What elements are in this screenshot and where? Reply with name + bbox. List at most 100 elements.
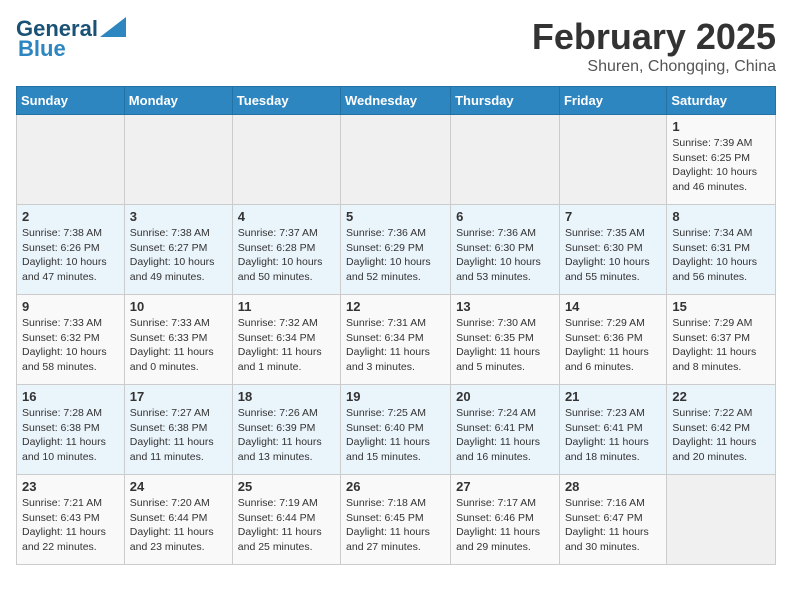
logo: General Blue [16, 16, 126, 62]
weekday-sunday: Sunday [17, 87, 125, 115]
day-info: Sunrise: 7:17 AM Sunset: 6:46 PM Dayligh… [456, 496, 554, 555]
day-cell: 21 Sunrise: 7:23 AM Sunset: 6:41 PM Dayli… [559, 385, 666, 475]
day-info: Sunrise: 7:35 AM Sunset: 6:30 PM Dayligh… [565, 226, 661, 285]
weekday-monday: Monday [124, 87, 232, 115]
day-number: 19 [346, 389, 445, 404]
day-number: 5 [346, 209, 445, 224]
day-info: Sunrise: 7:29 AM Sunset: 6:36 PM Dayligh… [565, 316, 661, 375]
day-info: Sunrise: 7:33 AM Sunset: 6:33 PM Dayligh… [130, 316, 227, 375]
day-number: 2 [22, 209, 119, 224]
weekday-row: SundayMondayTuesdayWednesdayThursdayFrid… [17, 87, 776, 115]
day-number: 9 [22, 299, 119, 314]
day-number: 12 [346, 299, 445, 314]
weekday-wednesday: Wednesday [341, 87, 451, 115]
weekday-saturday: Saturday [667, 87, 776, 115]
weekday-tuesday: Tuesday [232, 87, 340, 115]
day-info: Sunrise: 7:39 AM Sunset: 6:25 PM Dayligh… [672, 136, 770, 195]
day-info: Sunrise: 7:24 AM Sunset: 6:41 PM Dayligh… [456, 406, 554, 465]
day-info: Sunrise: 7:38 AM Sunset: 6:26 PM Dayligh… [22, 226, 119, 285]
day-cell [451, 115, 560, 205]
day-cell: 20 Sunrise: 7:24 AM Sunset: 6:41 PM Dayli… [451, 385, 560, 475]
day-number: 28 [565, 479, 661, 494]
day-number: 22 [672, 389, 770, 404]
week-row-3: 9 Sunrise: 7:33 AM Sunset: 6:32 PM Daylig… [17, 295, 776, 385]
day-cell: 18 Sunrise: 7:26 AM Sunset: 6:39 PM Dayli… [232, 385, 340, 475]
day-info: Sunrise: 7:28 AM Sunset: 6:38 PM Dayligh… [22, 406, 119, 465]
day-cell [341, 115, 451, 205]
day-number: 7 [565, 209, 661, 224]
day-cell: 15 Sunrise: 7:29 AM Sunset: 6:37 PM Dayli… [667, 295, 776, 385]
day-cell: 3Sunrise: 7:38 AM Sunset: 6:27 PM Daylig… [124, 205, 232, 295]
week-row-5: 23Sunrise: 7:21 AM Sunset: 6:43 PM Dayli… [17, 475, 776, 565]
logo-icon [100, 17, 126, 37]
weekday-friday: Friday [559, 87, 666, 115]
day-info: Sunrise: 7:36 AM Sunset: 6:30 PM Dayligh… [456, 226, 554, 285]
day-info: Sunrise: 7:34 AM Sunset: 6:31 PM Dayligh… [672, 226, 770, 285]
day-info: Sunrise: 7:32 AM Sunset: 6:34 PM Dayligh… [238, 316, 335, 375]
day-cell: 13 Sunrise: 7:30 AM Sunset: 6:35 PM Dayli… [451, 295, 560, 385]
day-info: Sunrise: 7:25 AM Sunset: 6:40 PM Dayligh… [346, 406, 445, 465]
day-number: 18 [238, 389, 335, 404]
day-cell [124, 115, 232, 205]
day-info: Sunrise: 7:19 AM Sunset: 6:44 PM Dayligh… [238, 496, 335, 555]
day-cell: 6 Sunrise: 7:36 AM Sunset: 6:30 PM Daylig… [451, 205, 560, 295]
day-cell: 27 Sunrise: 7:17 AM Sunset: 6:46 PM Dayli… [451, 475, 560, 565]
day-number: 25 [238, 479, 335, 494]
day-number: 14 [565, 299, 661, 314]
calendar-body: 1Sunrise: 7:39 AM Sunset: 6:25 PM Daylig… [17, 115, 776, 565]
day-cell [17, 115, 125, 205]
day-cell: 25 Sunrise: 7:19 AM Sunset: 6:44 PM Dayli… [232, 475, 340, 565]
day-info: Sunrise: 7:23 AM Sunset: 6:41 PM Dayligh… [565, 406, 661, 465]
day-cell: 1Sunrise: 7:39 AM Sunset: 6:25 PM Daylig… [667, 115, 776, 205]
logo-blue: Blue [18, 36, 66, 62]
day-number: 4 [238, 209, 335, 224]
day-cell: 10 Sunrise: 7:33 AM Sunset: 6:33 PM Dayli… [124, 295, 232, 385]
day-info: Sunrise: 7:29 AM Sunset: 6:37 PM Dayligh… [672, 316, 770, 375]
day-cell: 22Sunrise: 7:22 AM Sunset: 6:42 PM Dayli… [667, 385, 776, 475]
day-info: Sunrise: 7:18 AM Sunset: 6:45 PM Dayligh… [346, 496, 445, 555]
day-number: 13 [456, 299, 554, 314]
day-cell: 19 Sunrise: 7:25 AM Sunset: 6:40 PM Dayli… [341, 385, 451, 475]
day-cell: 23Sunrise: 7:21 AM Sunset: 6:43 PM Dayli… [17, 475, 125, 565]
day-number: 11 [238, 299, 335, 314]
day-cell: 2 Sunrise: 7:38 AM Sunset: 6:26 PM Daylig… [17, 205, 125, 295]
day-number: 27 [456, 479, 554, 494]
day-info: Sunrise: 7:27 AM Sunset: 6:38 PM Dayligh… [130, 406, 227, 465]
day-number: 15 [672, 299, 770, 314]
day-info: Sunrise: 7:30 AM Sunset: 6:35 PM Dayligh… [456, 316, 554, 375]
day-info: Sunrise: 7:33 AM Sunset: 6:32 PM Dayligh… [22, 316, 119, 375]
day-info: Sunrise: 7:37 AM Sunset: 6:28 PM Dayligh… [238, 226, 335, 285]
day-number: 16 [22, 389, 119, 404]
calendar-header: SundayMondayTuesdayWednesdayThursdayFrid… [17, 87, 776, 115]
day-cell: 11 Sunrise: 7:32 AM Sunset: 6:34 PM Dayli… [232, 295, 340, 385]
day-cell [232, 115, 340, 205]
day-number: 26 [346, 479, 445, 494]
day-cell: 14 Sunrise: 7:29 AM Sunset: 6:36 PM Dayli… [559, 295, 666, 385]
day-cell [667, 475, 776, 565]
day-number: 6 [456, 209, 554, 224]
day-number: 17 [130, 389, 227, 404]
day-cell: 16 Sunrise: 7:28 AM Sunset: 6:38 PM Dayli… [17, 385, 125, 475]
day-number: 20 [456, 389, 554, 404]
day-cell [559, 115, 666, 205]
day-cell: 12Sunrise: 7:31 AM Sunset: 6:34 PM Dayli… [341, 295, 451, 385]
calendar-title: February 2025 [532, 16, 776, 58]
day-number: 8 [672, 209, 770, 224]
calendar-table: SundayMondayTuesdayWednesdayThursdayFrid… [16, 86, 776, 565]
header: General Blue February 2025 Shuren, Chong… [16, 16, 776, 76]
day-info: Sunrise: 7:38 AM Sunset: 6:27 PM Dayligh… [130, 226, 227, 285]
day-number: 24 [130, 479, 227, 494]
day-number: 21 [565, 389, 661, 404]
day-number: 10 [130, 299, 227, 314]
day-info: Sunrise: 7:26 AM Sunset: 6:39 PM Dayligh… [238, 406, 335, 465]
day-cell: 24 Sunrise: 7:20 AM Sunset: 6:44 PM Dayli… [124, 475, 232, 565]
day-cell: 17 Sunrise: 7:27 AM Sunset: 6:38 PM Dayli… [124, 385, 232, 475]
day-info: Sunrise: 7:20 AM Sunset: 6:44 PM Dayligh… [130, 496, 227, 555]
week-row-4: 16 Sunrise: 7:28 AM Sunset: 6:38 PM Dayli… [17, 385, 776, 475]
day-cell: 4 Sunrise: 7:37 AM Sunset: 6:28 PM Daylig… [232, 205, 340, 295]
day-info: Sunrise: 7:36 AM Sunset: 6:29 PM Dayligh… [346, 226, 445, 285]
day-cell: 9 Sunrise: 7:33 AM Sunset: 6:32 PM Daylig… [17, 295, 125, 385]
day-cell: 5 Sunrise: 7:36 AM Sunset: 6:29 PM Daylig… [341, 205, 451, 295]
day-cell: 8 Sunrise: 7:34 AM Sunset: 6:31 PM Daylig… [667, 205, 776, 295]
day-cell: 26 Sunrise: 7:18 AM Sunset: 6:45 PM Dayli… [341, 475, 451, 565]
